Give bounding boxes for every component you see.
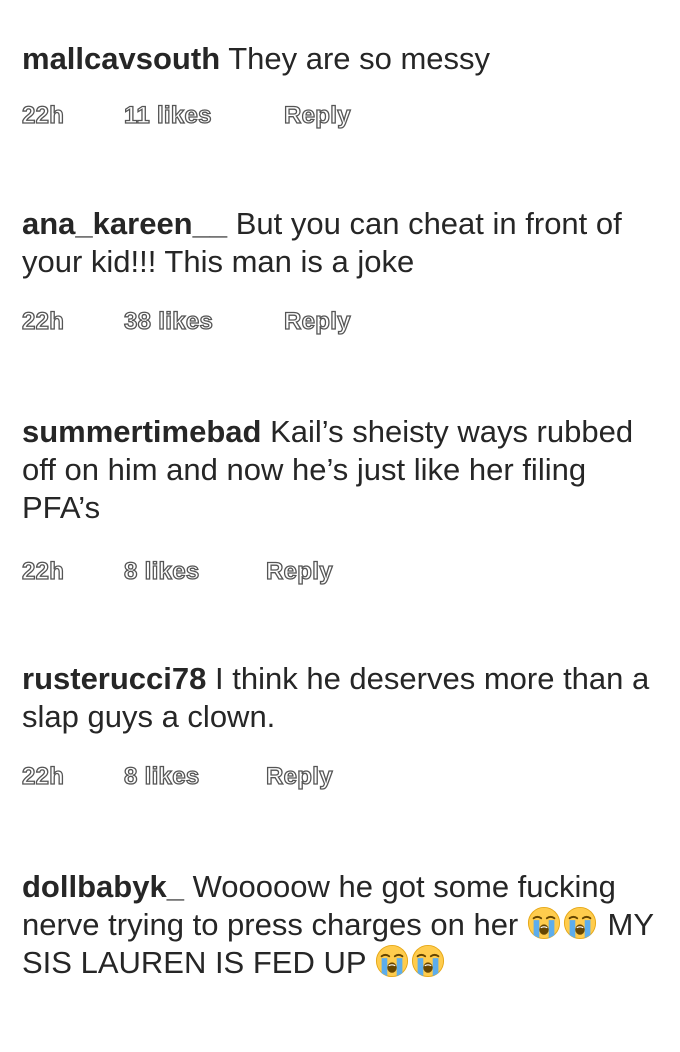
comment-body: ana_kareen__ But you can cheat in front … bbox=[22, 205, 672, 281]
comment-time: 22h bbox=[21, 762, 65, 790]
comment-item: mallcavsouth They are so messy 22h 11 li… bbox=[21, 40, 672, 130]
comment-likes[interactable]: 38 likes bbox=[123, 307, 213, 336]
reply-button[interactable]: Reply bbox=[283, 307, 351, 336]
loudly-crying-face-icon bbox=[375, 944, 409, 978]
comment-item: summertimebad Kail’s sheisty ways rubbed… bbox=[21, 413, 672, 586]
comment-username[interactable]: mallcavsouth bbox=[22, 41, 220, 76]
comment-username[interactable]: summertimebad bbox=[22, 414, 261, 449]
comment-username[interactable]: ana_kareen__ bbox=[22, 206, 227, 241]
comment-body: summertimebad Kail’s sheisty ways rubbed… bbox=[22, 413, 672, 527]
comment-username[interactable]: rusterucci78 bbox=[22, 661, 206, 696]
comment-likes[interactable]: 8 likes bbox=[123, 762, 199, 791]
loudly-crying-face-icon bbox=[411, 944, 445, 978]
loudly-crying-face-icon bbox=[563, 906, 597, 940]
comment-text: They are so messy bbox=[228, 41, 491, 76]
comment-body: mallcavsouth They are so messy bbox=[22, 40, 672, 78]
comment-item: ana_kareen__ But you can cheat in front … bbox=[21, 205, 672, 336]
comment-time: 22h bbox=[21, 101, 65, 129]
comment-likes[interactable]: 11 likes bbox=[123, 101, 212, 130]
comment-username[interactable]: dollbabyk_ bbox=[22, 869, 184, 904]
comment-time: 22h bbox=[21, 307, 65, 335]
comment-item: dollbabyk_ Wooooow he got some fucking n… bbox=[22, 868, 672, 982]
comment-body: dollbabyk_ Wooooow he got some fucking n… bbox=[22, 868, 672, 982]
comment-item: rusterucci78 I think he deserves more th… bbox=[21, 660, 672, 791]
loudly-crying-face-icon bbox=[527, 906, 561, 940]
reply-button[interactable]: Reply bbox=[265, 762, 333, 791]
comment-time: 22h bbox=[21, 557, 65, 585]
reply-button[interactable]: Reply bbox=[283, 101, 351, 130]
reply-button[interactable]: Reply bbox=[265, 557, 333, 586]
comment-body: rusterucci78 I think he deserves more th… bbox=[22, 660, 672, 736]
comment-likes[interactable]: 8 likes bbox=[123, 557, 199, 586]
